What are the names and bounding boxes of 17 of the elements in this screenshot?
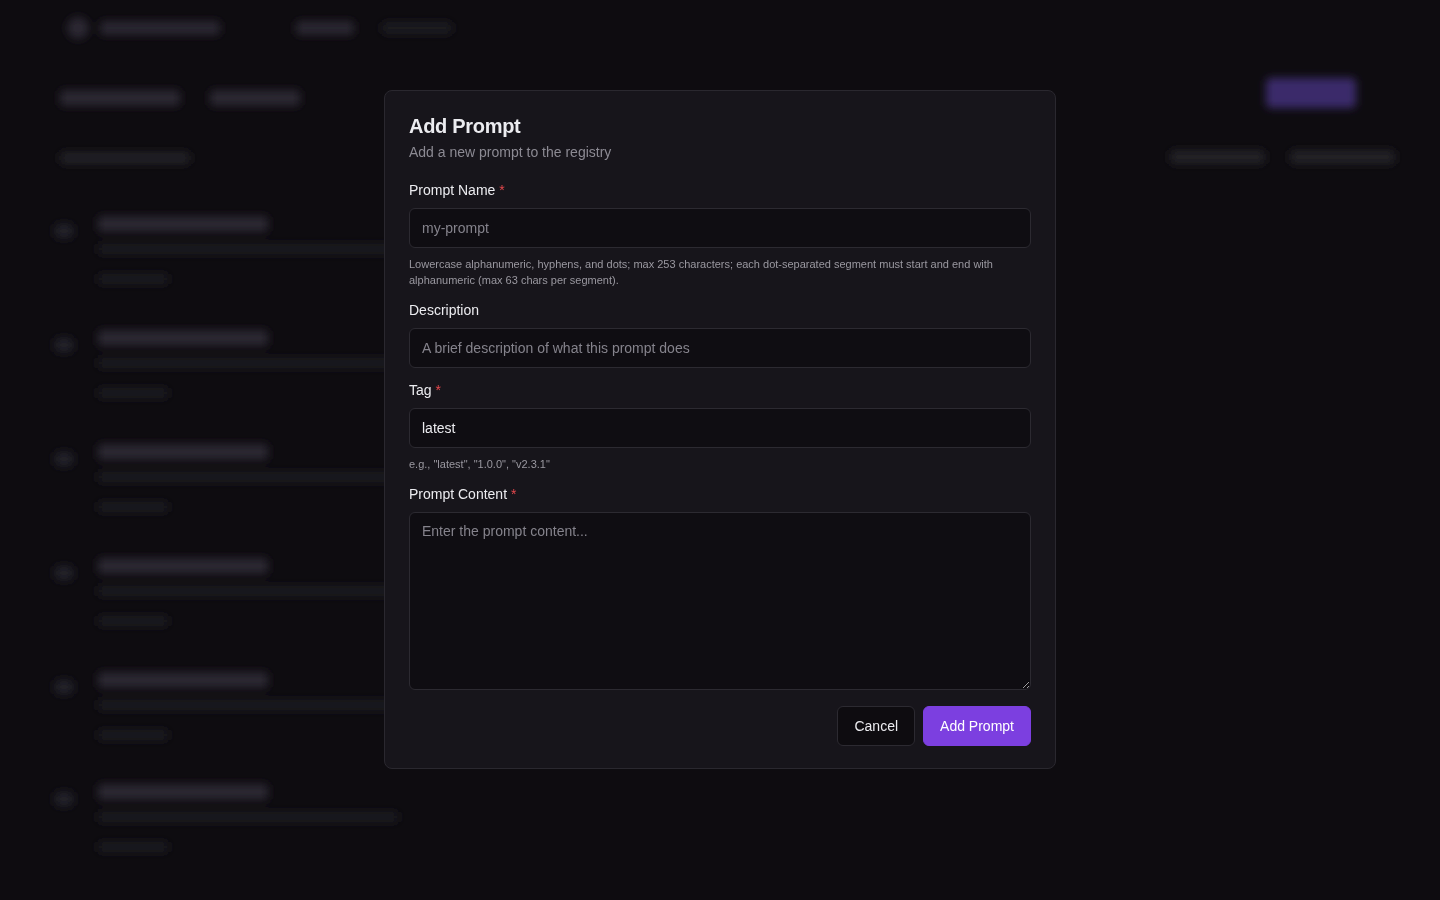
content-field[interactable]: Enter the prompt content... [409,512,1031,690]
field-hint: e.g., "latest", "1.0.0", "v2.3.1" [409,457,551,472]
required-mark: * [435,382,442,398]
field-hint: Lowercase alphanumeric, hyphens, and dots; max 253 characters; each dot-separated segment must start and end with alphanumeric (max 63 chars per segment). [409,257,994,288]
required-mark: * [511,486,517,502]
submit-button[interactable]: Add Prompt [923,706,1031,746]
text-field[interactable]: latest [409,408,1031,448]
field-label: Description [409,302,480,318]
cancel-button[interactable]: Cancel [837,706,916,746]
field-label: Prompt Name [409,182,496,198]
field-label: Prompt Content [409,486,508,502]
field-label: Tag [409,382,432,398]
dialog-subtitle: Add a new prompt to the registry [409,144,613,160]
text-field[interactable]: my-prompt [409,208,1031,248]
dialog-title: Add Prompt [409,115,522,138]
text-field[interactable]: A brief description of what this prompt does [409,328,1031,368]
required-mark: * [499,182,505,198]
